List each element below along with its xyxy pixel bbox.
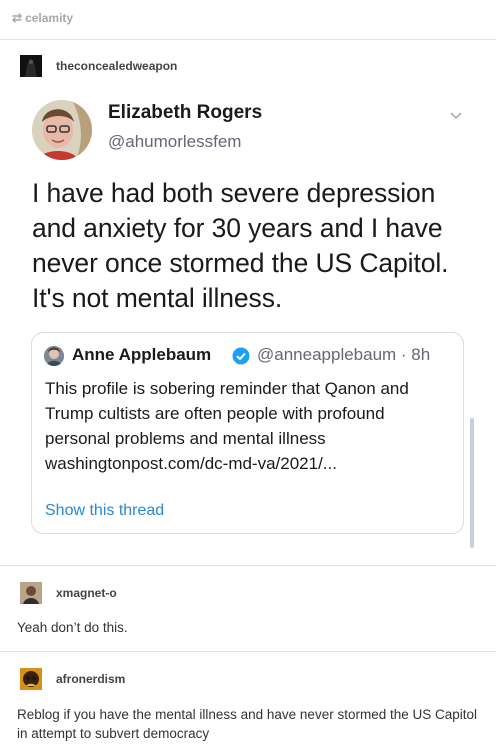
- verified-badge-icon: [232, 347, 250, 365]
- chevron-down-icon: [450, 112, 462, 120]
- post-header[interactable]: xmagnet-o: [20, 582, 117, 604]
- user-avatar[interactable]: [20, 582, 42, 604]
- quote-author-handle: @anneapplebaum · 8h: [257, 345, 431, 364]
- divider: [0, 651, 496, 652]
- post-comment: Yeah don’t do this.: [17, 620, 128, 635]
- divider: [0, 39, 496, 40]
- reblog-icon: ⇄: [12, 11, 23, 25]
- tweet-author-handle: @ahumorlessfem: [108, 132, 242, 151]
- tweet-author-name: Elizabeth Rogers: [108, 102, 263, 123]
- quoted-tweet: Anne Applebaum @anneapplebaum · 8h This …: [31, 332, 464, 534]
- post-username[interactable]: afronerdism: [56, 672, 125, 686]
- divider: [0, 565, 496, 566]
- tweet-screenshot: Elizabeth Rogers @ahumorlessfem I have h…: [0, 80, 496, 562]
- quote-url: washingtonpost.com/dc-md-va/2021/...: [45, 454, 337, 473]
- post-comment: Reblog if you have the mental illness an…: [17, 707, 478, 741]
- post-header[interactable]: theconcealedweapon: [20, 55, 177, 77]
- user-avatar[interactable]: [20, 668, 42, 690]
- quote-author-name: Anne Applebaum: [72, 345, 212, 364]
- quote-text: This profile is sobering reminder that Q…: [45, 376, 450, 476]
- post-username[interactable]: xmagnet-o: [56, 586, 117, 600]
- tweet-avatar: [32, 100, 92, 160]
- post-username[interactable]: theconcealedweapon: [56, 59, 177, 73]
- tweet-text: I have had both severe depression and an…: [32, 178, 449, 313]
- show-thread-link: Show this thread: [45, 502, 165, 519]
- quote-avatar: [44, 346, 64, 366]
- dark-figure-avatar[interactable]: [20, 55, 42, 77]
- reblog-header[interactable]: ⇄ celamity: [12, 8, 73, 28]
- reblog-username[interactable]: celamity: [25, 11, 73, 25]
- quote-body: This profile is sobering reminder that Q…: [45, 379, 409, 448]
- scrollbar: [470, 418, 474, 548]
- post-header[interactable]: afronerdism: [20, 668, 125, 690]
